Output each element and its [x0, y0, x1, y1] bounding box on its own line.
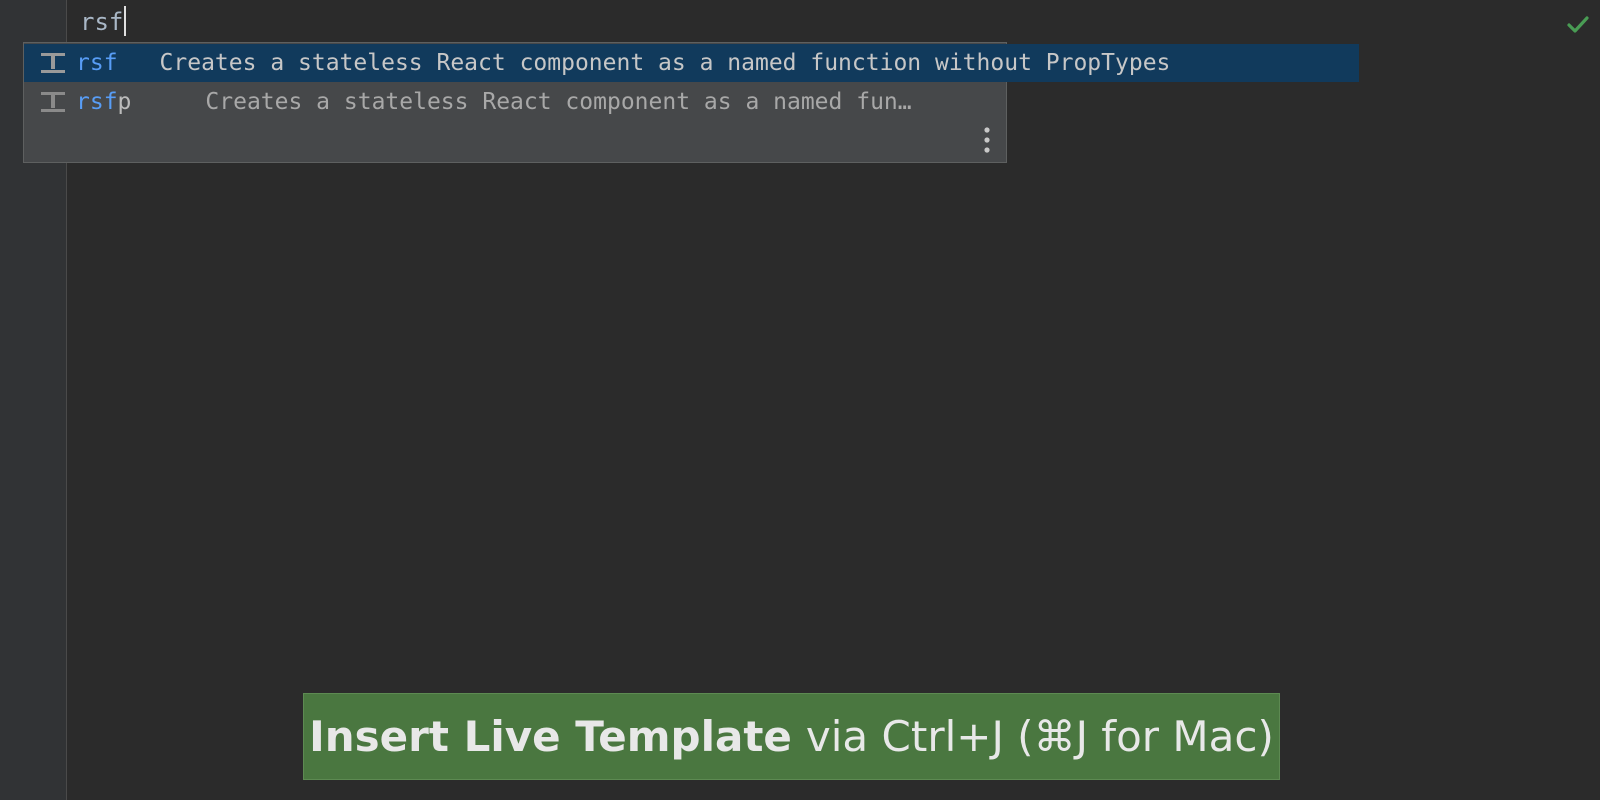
completion-abbr-match: rsf	[76, 50, 118, 76]
completion-abbr-match: rsf	[76, 89, 118, 115]
typed-text: rsf	[80, 8, 124, 36]
completion-item-rsfp[interactable]: rsf p Creates a stateless React component…	[24, 83, 1006, 121]
code-editor[interactable]: rsf rsf Creates a stateless React compon…	[0, 0, 1600, 800]
text-caret	[124, 6, 127, 36]
caption-bold-text: Insert Live Template	[309, 712, 792, 761]
completion-popup: rsf Creates a stateless React component …	[23, 42, 1359, 163]
completion-item-rsf[interactable]: rsf Creates a stateless React component …	[24, 44, 1359, 82]
check-icon[interactable]	[1566, 12, 1590, 36]
caption-rest-text: via Ctrl+J (⌘J for Mac)	[805, 712, 1274, 761]
live-template-icon	[41, 92, 65, 112]
shortcut-caption: Insert Live Template via Ctrl+J (⌘J for M…	[303, 693, 1280, 780]
live-template-icon	[41, 53, 65, 73]
code-line[interactable]: rsf	[80, 6, 127, 36]
completion-description: Creates a stateless React component as a…	[159, 50, 1171, 76]
completion-abbr-rest: p	[117, 89, 132, 115]
more-vertical-icon[interactable]	[982, 126, 992, 154]
completion-description: Creates a stateless React component as a…	[205, 89, 912, 115]
